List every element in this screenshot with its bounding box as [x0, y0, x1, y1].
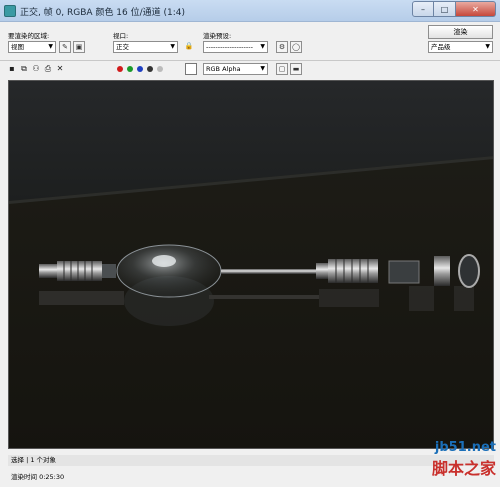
- blue-channel-icon[interactable]: [137, 66, 143, 72]
- selection-status: 选择 | 1 个对象: [8, 455, 494, 466]
- display-mode-icon[interactable]: ▢: [276, 63, 288, 75]
- window-controls: – □ ✕: [412, 1, 496, 17]
- viewport-dropdown[interactable]: 正交 ▼: [113, 41, 178, 53]
- quality-value: 产品级: [431, 43, 451, 51]
- file-toolbar: ▪ ⧉ ⚇ ⎙ ✕: [7, 63, 67, 75]
- title-bar: 正交, 帧 0, RGBA 颜色 16 位/通道 (1:4) – □ ✕: [0, 0, 500, 22]
- alpha-channel-icon[interactable]: [147, 66, 153, 72]
- chevron-down-icon: ▼: [260, 65, 265, 72]
- edit-region-icon[interactable]: ✎: [59, 41, 71, 53]
- render-setup-icon[interactable]: ⚙: [276, 41, 288, 53]
- lock-icon[interactable]: 🔒: [183, 41, 195, 53]
- auto-region-icon[interactable]: ▣: [73, 41, 85, 53]
- viewport-value: 正交: [116, 43, 129, 51]
- area-dropdown[interactable]: 视图 ▼: [8, 41, 56, 53]
- print-icon[interactable]: ⎙: [43, 64, 53, 74]
- watermark: jb51.net 脚本之家: [432, 440, 496, 479]
- preset-dropdown[interactable]: -------------------- ▼: [203, 41, 268, 53]
- area-label: 要渲染的区域:: [8, 32, 50, 40]
- maximize-button[interactable]: □: [434, 1, 456, 17]
- mono-channel-icon[interactable]: [157, 66, 163, 72]
- clone-icon[interactable]: ⚇: [31, 64, 41, 74]
- save-icon[interactable]: ▪: [7, 64, 17, 74]
- channel-value: RGB Alpha: [206, 65, 241, 73]
- render-time-status: 渲染时间 0:25:30: [11, 473, 65, 481]
- preset-value: --------------------: [206, 43, 253, 51]
- rendered-image: [9, 81, 493, 448]
- red-channel-icon[interactable]: [117, 66, 123, 72]
- quality-dropdown[interactable]: 产品级 ▼: [428, 41, 493, 53]
- watermark-url: jb51.net: [434, 440, 496, 455]
- frame-window-icon[interactable]: ▬: [290, 63, 302, 75]
- close-button[interactable]: ✕: [456, 1, 496, 17]
- render-button[interactable]: 渲染: [428, 25, 493, 39]
- clear-icon[interactable]: ✕: [55, 64, 65, 74]
- channel-dropdown[interactable]: RGB Alpha ▼: [203, 63, 268, 75]
- environment-icon[interactable]: ◯: [290, 41, 302, 53]
- preset-label: 渲染预设:: [203, 32, 232, 40]
- toolbar-divider: [0, 60, 500, 61]
- chevron-down-icon: ▼: [485, 43, 490, 50]
- copy-icon[interactable]: ⧉: [19, 64, 29, 74]
- render-viewport: [8, 80, 494, 449]
- green-channel-icon[interactable]: [127, 66, 133, 72]
- chevron-down-icon: ▼: [48, 43, 53, 50]
- minimize-button[interactable]: –: [412, 1, 434, 17]
- area-value: 视图: [11, 43, 24, 51]
- channel-toolbar: [115, 63, 165, 75]
- watermark-site: 脚本之家: [431, 459, 496, 478]
- app-icon: [4, 5, 16, 17]
- chevron-down-icon: ▼: [170, 43, 175, 50]
- window-title: 正交, 帧 0, RGBA 颜色 16 位/通道 (1:4): [20, 8, 186, 18]
- chevron-down-icon: ▼: [260, 43, 265, 50]
- viewport-label: 视口:: [113, 32, 129, 40]
- color-swatch[interactable]: [185, 63, 197, 75]
